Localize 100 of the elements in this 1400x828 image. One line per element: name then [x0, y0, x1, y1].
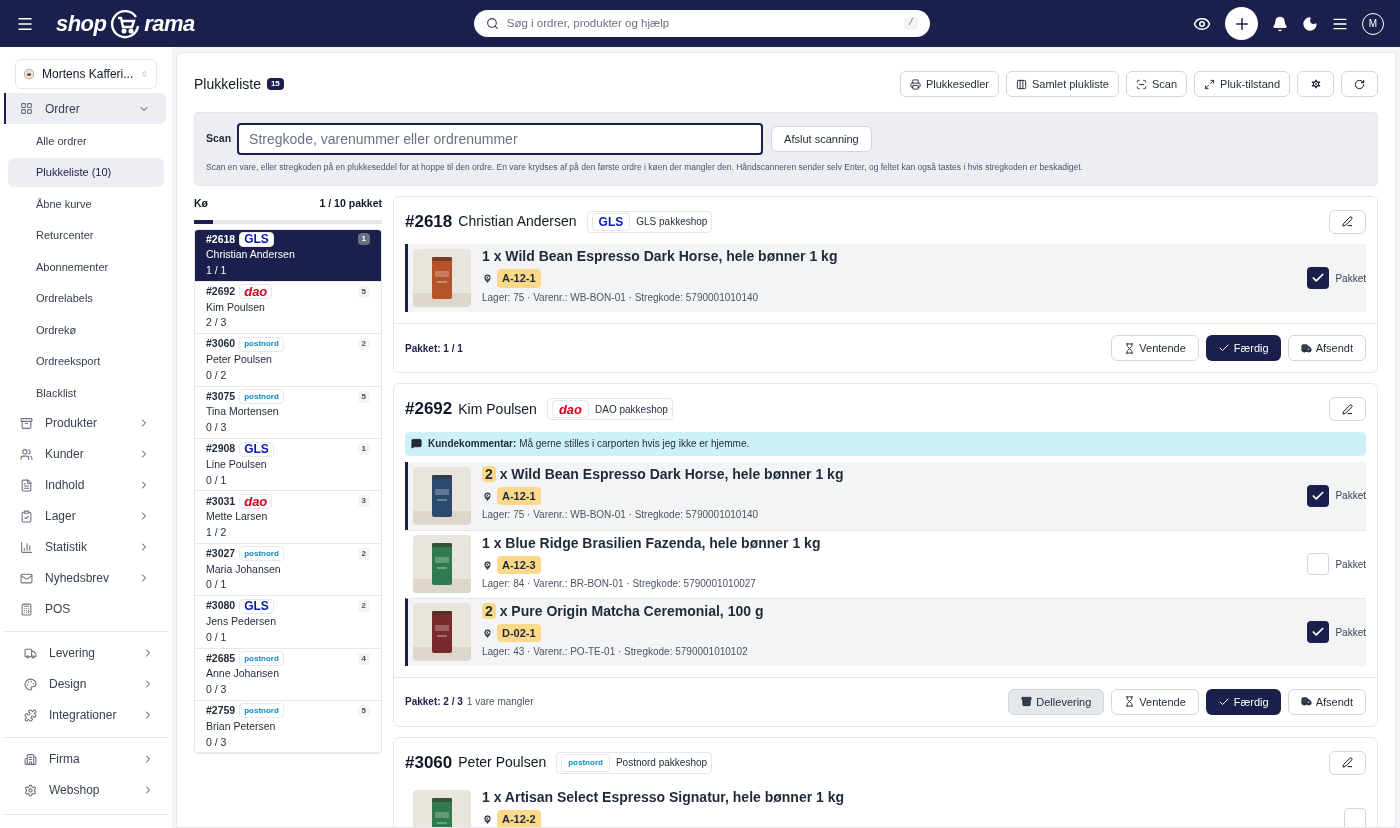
queue-item[interactable]: #3027 postnord 2 Maria Johansen 0 / 1 — [195, 543, 381, 597]
customer-name: Christian Andersen — [206, 247, 296, 263]
toolbar-button[interactable]: Plukkesedler — [899, 71, 999, 97]
bar-chart-icon — [20, 540, 33, 554]
queue-item[interactable]: #3031 dao 3 Mette Larsen 1 / 2 — [195, 491, 381, 544]
refresh-button[interactable] — [1341, 71, 1378, 97]
queue-item[interactable]: #2685 postnord 4 Anne Johansen 0 / 3 — [195, 648, 381, 701]
location-label: A-12-3 — [497, 555, 541, 575]
packed-progress: 1 / 1 — [206, 263, 228, 279]
refresh-icon — [1354, 78, 1365, 90]
customer-name: Peter Poulsen — [458, 753, 547, 772]
packed-checkbox[interactable] — [1344, 808, 1366, 827]
building-icon — [24, 752, 37, 766]
queue-item[interactable]: #3075 postnord 5 Tina Mortensen 0 / 3 — [195, 386, 381, 440]
settings-button[interactable] — [1297, 71, 1334, 97]
queue-item[interactable]: #3060 postnord 2 Peter Poulsen 0 / 2 — [195, 334, 381, 387]
archive-box-icon — [1021, 696, 1033, 708]
printer-icon — [909, 78, 921, 90]
sidebar-item[interactable]: Integrationer — [8, 699, 170, 731]
sidebar-item[interactable]: Indhold — [4, 469, 166, 501]
toolbar-button[interactable]: Pluk-tilstand — [1194, 71, 1290, 97]
sidebar-item[interactable]: Firma — [8, 743, 170, 775]
search-bar[interactable]: Søg i ordrer, produkter og hjælp / — [473, 10, 930, 37]
shipped-button[interactable]: Afsendt — [1287, 688, 1366, 715]
edit-note-button[interactable] — [1329, 397, 1366, 421]
submenu-item[interactable]: Ordrekø — [8, 315, 164, 345]
checkbox-label: Pakket — [1335, 271, 1366, 286]
sidebar-item[interactable]: Levering — [8, 637, 170, 669]
location-pin-icon — [482, 273, 493, 284]
order-number: #3060 — [206, 336, 236, 352]
comment-icon — [411, 438, 422, 450]
submenu-item[interactable]: Blacklist — [8, 378, 164, 408]
packed-checkbox[interactable] — [1307, 267, 1330, 290]
edit-note-button[interactable] — [1329, 750, 1366, 775]
sidebar-item[interactable]: Statistik — [4, 531, 166, 563]
end-scan-button[interactable]: Afslut scanning — [771, 126, 872, 152]
queue-item[interactable]: #2618 GLS 1 Christian Andersen 1 / 1 — [195, 229, 381, 282]
product-info: Lager: 75 · Varenr.: WB-BON-01 · Stregkode: 5790001010140 — [482, 290, 760, 305]
product-title: 2 x Pure Origin Matcha Ceremonial, 100 g — [482, 600, 1297, 622]
packed-checkbox[interactable] — [1307, 621, 1330, 644]
checkbox-label: Pakket — [1335, 489, 1366, 504]
done-button[interactable]: Færdig — [1205, 688, 1281, 715]
submenu-item[interactable]: Åbne kurve — [8, 189, 164, 219]
order-number: #2692 — [206, 283, 236, 299]
queue-item[interactable]: #2692 dao 5 Kim Poulsen 2 / 3 — [195, 281, 381, 335]
toolbar-button[interactable]: Scan — [1126, 71, 1188, 97]
order-number: #2685 — [206, 650, 236, 666]
shipped-button[interactable]: Afsendt — [1287, 335, 1366, 362]
sidebar-item[interactable]: Produkter — [4, 407, 166, 439]
packed-checkbox[interactable] — [1307, 553, 1330, 576]
pencil-icon — [1342, 216, 1353, 227]
carrier-logo: GLS — [239, 598, 274, 614]
pencil-icon — [1342, 403, 1353, 415]
submenu-item[interactable]: Abonnementer — [8, 252, 164, 282]
product-title: 2 x Wild Bean Espresso Dark Horse, hele bønner 1 kg — [482, 463, 1297, 485]
document-icon — [20, 478, 33, 492]
partial-delivery-button[interactable]: Dellevering — [1008, 688, 1105, 715]
customer-name: Tina Mortensen — [206, 404, 280, 420]
shortcut-key: / — [904, 16, 918, 31]
clipboard-check-icon — [20, 509, 33, 523]
done-button[interactable]: Færdig — [1205, 335, 1281, 362]
sidebar-item[interactable]: Design — [8, 668, 170, 700]
submenu-item[interactable]: Plukkeliste (10) — [8, 157, 164, 187]
toolbar-button[interactable]: Samlet plukliste — [1005, 71, 1119, 97]
scan-field[interactable]: Stregkode, varenummer eller ordrenummer — [237, 123, 764, 155]
customer-name: Kim Poulsen — [206, 299, 266, 315]
store-selector[interactable]: Mortens Kafferi... — [15, 59, 157, 89]
gear-icon — [24, 783, 37, 797]
item-count: 5 — [357, 704, 370, 717]
sidebar-item[interactable]: Kunder — [4, 438, 166, 470]
sidebar-item[interactable]: Ordrer — [4, 93, 166, 124]
queue-title: Kø — [194, 195, 208, 211]
item-count: 1 — [357, 443, 370, 455]
pending-button[interactable]: Ventende — [1111, 335, 1199, 362]
sidebar-item[interactable]: Webshop — [8, 774, 170, 806]
queue-item[interactable]: #3080 GLS 2 Jens Pedersen 0 / 1 — [195, 596, 381, 649]
submenu-item[interactable]: Returcenter — [8, 220, 164, 250]
carrier-logo: GLS — [239, 231, 274, 247]
edit-note-button[interactable] — [1329, 209, 1366, 234]
submenu-item[interactable]: Ordrelabels — [8, 283, 164, 313]
customer-name: Brian Petersen — [206, 718, 277, 734]
register-icon — [20, 602, 33, 616]
search-field[interactable]: Søg i ordrer, produkter og hjælp — [506, 14, 897, 33]
customer-name: Anne Johansen — [206, 666, 280, 682]
bell-icon[interactable] — [1272, 15, 1288, 32]
sidebar-item[interactable]: POS — [4, 593, 166, 625]
queue-item[interactable]: #2759 postnord 5 Brian Petersen 0 / 3 — [195, 701, 381, 754]
envelope-icon — [20, 571, 33, 585]
submenu-item[interactable]: Alle ordrer — [8, 126, 164, 156]
sidebar-item[interactable]: Lager — [4, 500, 166, 532]
sidebar-item[interactable]: Nyhedsbrev — [4, 562, 166, 594]
carrier-logo: dao — [239, 493, 273, 509]
add-button[interactable] — [1225, 7, 1258, 40]
queue-item[interactable]: #2908 GLS 1 Line Poulsen 0 / 1 — [195, 439, 381, 492]
submenu-item[interactable]: Ordreeksport — [8, 346, 164, 376]
logo-text: shop — [56, 10, 107, 38]
packed-checkbox[interactable] — [1307, 484, 1330, 507]
pending-button[interactable]: Ventende — [1111, 688, 1199, 715]
shipping-tag: dao DAO pakkeshop — [546, 398, 673, 420]
moon-icon[interactable] — [1302, 15, 1318, 32]
